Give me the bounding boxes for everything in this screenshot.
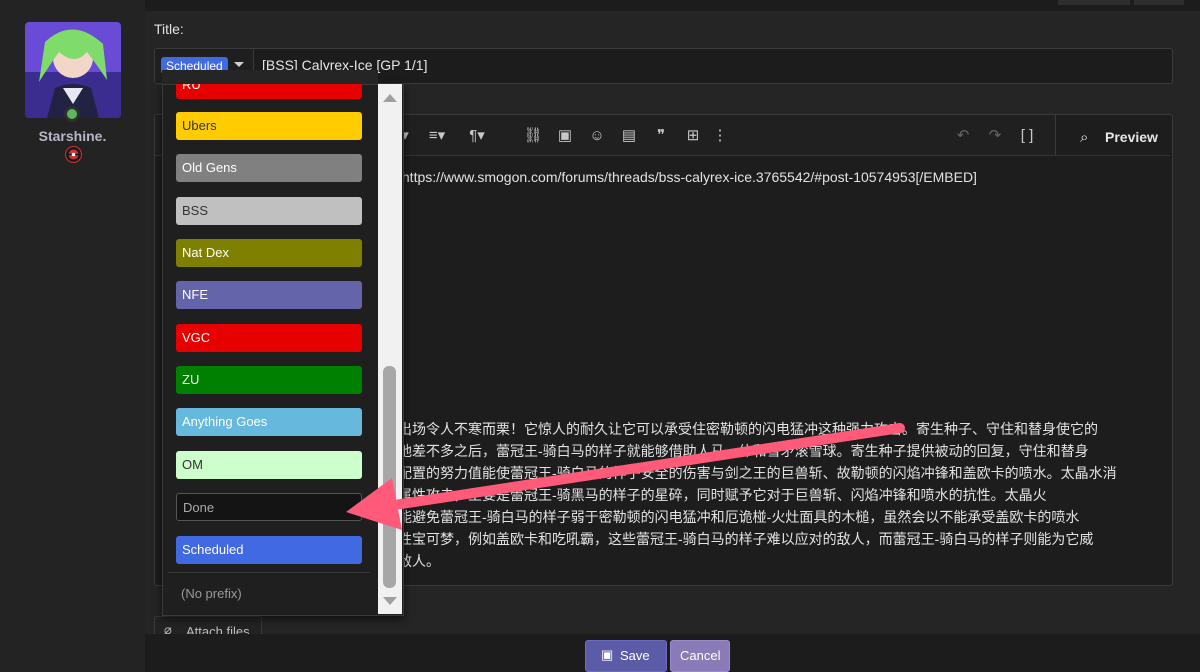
scroll-down-arrow-icon[interactable] <box>383 597 397 605</box>
online-status-icon <box>64 106 80 122</box>
editor-text-line: ]https://www.smogon.com/forums/threads/b… <box>398 169 977 185</box>
chevron-down-icon[interactable] <box>234 62 244 67</box>
editor-text-line: 属性攻击，主要是蕾冠王-骑黑马的样子的星碎，同时赋予它对于巨兽斩、闪焰冲锋和喷水… <box>398 487 1047 503</box>
scroll-up-arrow-icon[interactable] <box>383 94 397 102</box>
preview-icon: ⌕ <box>1080 129 1089 146</box>
smilie-icon[interactable]: ☺ <box>586 126 608 146</box>
undo-icon[interactable]: ↶ <box>952 126 974 146</box>
image-icon[interactable]: ▣ <box>554 126 576 146</box>
username[interactable]: Starshine. <box>0 128 145 144</box>
no-prefix-option[interactable]: (No prefix) <box>181 586 242 601</box>
bbcode-toggle-icon[interactable]: [ ] <box>1016 126 1038 146</box>
prefix-option[interactable]: Scheduled <box>176 536 362 564</box>
prefix-option[interactable]: OM <box>176 451 362 479</box>
dropdown-clip <box>162 70 378 84</box>
quote-icon[interactable]: ❞ <box>650 126 672 146</box>
table-icon[interactable]: ⊞ <box>682 126 704 146</box>
link-icon[interactable]: ⛓ <box>522 126 544 146</box>
pokeball-badge-icon <box>65 146 82 163</box>
prefix-option[interactable]: Done <box>176 493 362 521</box>
prefix-option[interactable]: BSS <box>176 197 362 225</box>
editor-text-line: 配置的努力值能使蕾冠王-骑白马的样子安全的伤害与剑之王的巨兽斩、故勒顿的闪焰冲锋… <box>398 465 1117 481</box>
prefix-option[interactable]: Anything Goes <box>176 408 362 436</box>
title-label: Title: <box>154 21 184 37</box>
prefix-option[interactable]: Nat Dex <box>176 239 362 267</box>
avatar-image <box>25 22 121 118</box>
preview-label: Preview <box>1105 129 1158 145</box>
prefix-option[interactable]: Ubers <box>176 112 362 140</box>
redo-icon[interactable]: ↷ <box>984 126 1006 146</box>
scrollbar-thumb[interactable] <box>383 366 396 588</box>
editor-text-line: 性宝可梦，例如盖欧卡和吃吼霸，这些蕾冠王-骑白马的样子难以应对的敌人，而蕾冠王-… <box>398 531 1094 547</box>
editor-text-line: 地差不多之后，蕾冠王-骑白马的样子就能够借助人马一体和雪矛滚雪球。寄生种子提供被… <box>398 443 1089 459</box>
prefix-option[interactable]: ZU <box>176 366 362 394</box>
prefix-option[interactable]: Old Gens <box>176 154 362 182</box>
editor-text-line: 出场令人不寒而栗！它惊人的耐久让它可以承受住密勒顿的闪电猛冲这种强力攻击。寄生种… <box>398 421 1098 437</box>
media-icon[interactable]: ▤ <box>618 126 640 146</box>
align-icon[interactable]: ≡▾ <box>422 126 452 146</box>
prefix-option[interactable]: NFE <box>176 281 362 309</box>
editor-text-line: 敌人。 <box>398 553 440 569</box>
top-nav-button[interactable] <box>1058 0 1130 5</box>
more-options-icon[interactable]: ⋮ <box>712 126 728 146</box>
save-label: Save <box>620 648 650 663</box>
dropdown-divider <box>168 572 370 573</box>
editor-text-line: 能避免蕾冠王-骑白马的样子弱于密勒顿的闪电猛冲和厄诡椪-火灶面具的木槌，虽然会以… <box>398 509 1080 525</box>
paragraph-icon[interactable]: ¶▾ <box>462 126 492 146</box>
top-nav-button[interactable] <box>1134 0 1184 5</box>
cancel-label: Cancel <box>680 648 721 663</box>
prefix-option[interactable]: VGC <box>176 324 362 352</box>
top-strip <box>145 0 1200 11</box>
avatar[interactable] <box>25 22 121 118</box>
save-icon: ▣ <box>601 647 614 662</box>
